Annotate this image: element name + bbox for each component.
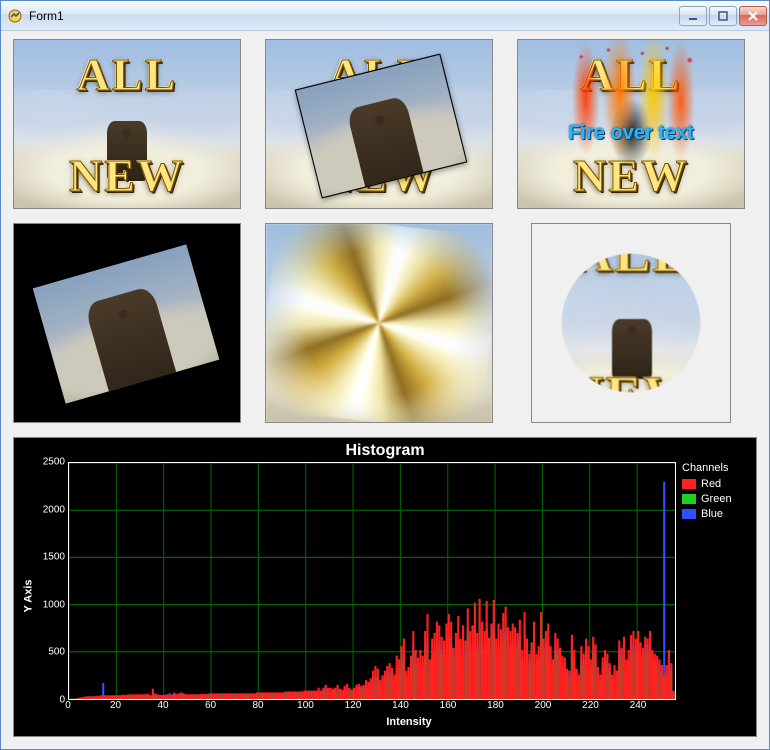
chart-title: Histogram xyxy=(20,442,750,460)
app-icon xyxy=(7,8,23,24)
window: Form1 ALL NEW ALL NEW ALL xyxy=(0,0,770,750)
image-swirl xyxy=(265,223,493,423)
chart-yticks: 05001000150020002500 xyxy=(38,462,68,700)
close-button[interactable] xyxy=(739,6,767,26)
chart-legend: Channels Red Green Blue xyxy=(676,462,750,700)
gold-text-new: NEW xyxy=(532,364,730,422)
window-controls xyxy=(679,6,767,26)
gold-text-all: ALL xyxy=(532,224,730,284)
chart-plot-area xyxy=(68,462,676,700)
legend-item-blue: Blue xyxy=(682,508,750,520)
minimize-button[interactable] xyxy=(679,6,707,26)
image-fire-overlay: ALL NEW Fire over text xyxy=(517,39,745,209)
image-original: ALL NEW xyxy=(13,39,241,209)
chart-ylabel: Y Axis xyxy=(23,579,35,612)
image-rotated-inset: ALL NEW xyxy=(265,39,493,209)
gold-text-new: NEW xyxy=(14,149,240,202)
image-spherize: ALL NEW xyxy=(531,223,731,423)
chart-xlabel: Intensity xyxy=(386,716,431,728)
legend-title: Channels xyxy=(682,462,750,474)
swirl-effect-icon xyxy=(265,223,493,423)
image-row-1: ALL NEW ALL NEW ALL NEW Fire over text xyxy=(13,39,757,209)
window-title: Form1 xyxy=(29,9,673,23)
image-row-2: ALL NEW xyxy=(13,223,757,423)
maximize-button[interactable] xyxy=(709,6,737,26)
chart-xticks: 020406080100120140160180200220240 xyxy=(68,700,676,714)
legend-item-green: Green xyxy=(682,493,750,505)
titlebar[interactable]: Form1 xyxy=(1,1,769,31)
legend-item-red: Red xyxy=(682,478,750,490)
fire-overlay-label: Fire over text xyxy=(518,122,744,145)
client-area: ALL NEW ALL NEW ALL NEW Fire over text xyxy=(1,31,769,749)
histogram-panel: Histogram Y Axis 05001000150020002500 Ch… xyxy=(13,437,757,737)
gold-text-all: ALL xyxy=(14,48,240,101)
image-rotated-on-black xyxy=(13,223,241,423)
